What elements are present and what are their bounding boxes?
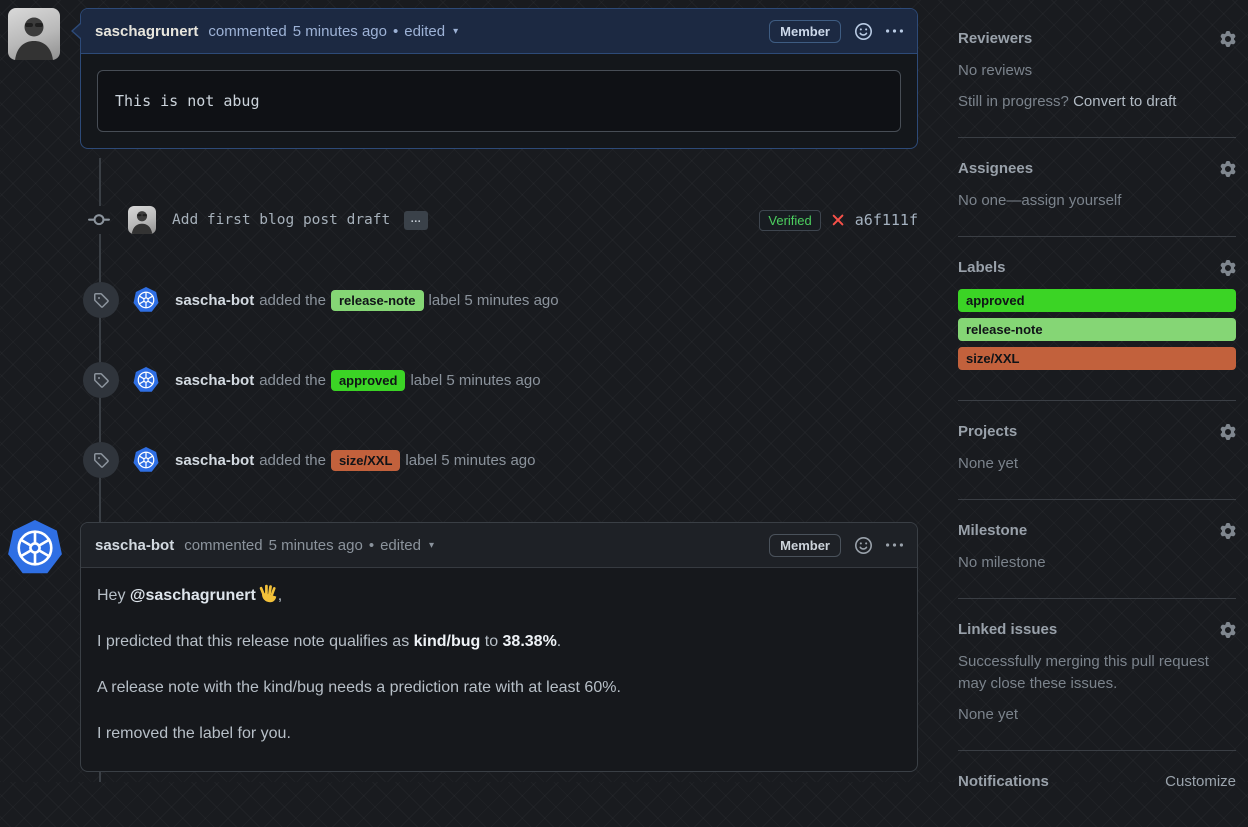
milestone-heading: Milestone	[958, 522, 1028, 539]
bullet: •	[368, 536, 375, 554]
paragraph-prediction: I predicted that this release note quali…	[97, 633, 562, 650]
gear-icon[interactable]	[1220, 424, 1236, 440]
timeline-line	[99, 772, 101, 782]
gear-icon[interactable]	[1220, 523, 1236, 539]
verified-badge[interactable]: Verified	[759, 209, 821, 231]
comment-sascha-bot: sascha-bot commented 5 minutes ago • edi…	[80, 522, 918, 772]
member-badge: Member	[769, 19, 841, 43]
paragraph-requirement: A release note with the kind/bug needs a…	[97, 679, 621, 696]
comment-saschagrunert: saschagrunert commented 5 minutes ago • …	[71, 8, 918, 149]
git-commit-icon	[88, 206, 110, 234]
avatar-saschagrunert[interactable]	[8, 8, 60, 60]
commit-event-row: Add first blog post draft … Verified a6f…	[80, 204, 918, 236]
event-action: added the	[259, 291, 326, 309]
comment-author-link[interactable]: saschagrunert	[95, 23, 198, 40]
tag-icon	[83, 362, 119, 398]
member-badge: Member	[769, 533, 841, 557]
mention-link[interactable]: @saschagrunert	[130, 587, 256, 604]
linked-issues-heading: Linked issues	[958, 621, 1058, 638]
assignees-empty-text: No one—	[958, 192, 1022, 209]
comment-options-button[interactable]	[886, 537, 903, 554]
commit-message-link[interactable]: Add first blog post draft	[172, 212, 390, 228]
assignees-heading: Assignees	[958, 160, 1034, 177]
event-tail: label 5 minutes ago	[428, 291, 559, 309]
chevron-down-icon[interactable]: ▾	[429, 540, 434, 551]
comment-action: commented	[208, 22, 287, 40]
milestone-empty-text: No milestone	[958, 554, 1046, 571]
draft-prompt-text: Still in progress?	[958, 93, 1074, 110]
paragraph-removed: I removed the label for you.	[97, 725, 291, 742]
label-chip[interactable]: approved	[330, 369, 406, 391]
event-actor-link[interactable]: sascha-bot	[175, 292, 254, 309]
projects-empty-text: None yet	[958, 455, 1019, 472]
tag-icon	[83, 442, 119, 478]
commit-expand-button[interactable]: …	[404, 210, 429, 230]
label-event-row: sascha-bot added the approved label 5 mi…	[80, 362, 918, 398]
labels-heading: Labels	[958, 259, 1006, 276]
assign-yourself-link[interactable]: assign yourself	[1021, 192, 1121, 209]
sidebar-section-notifications: Notifications Customize	[958, 773, 1236, 827]
linked-issues-desc: Successfully merging this pull request m…	[958, 653, 1209, 692]
status-failed-x-icon[interactable]	[830, 212, 846, 228]
comment-header: saschagrunert commented 5 minutes ago • …	[81, 9, 917, 54]
comment-body: Hey @saschagrunert, I predicted that thi…	[81, 568, 917, 762]
code-block: This is not abug	[97, 70, 901, 132]
sidebar-section-linked-issues: Linked issues Successfully merging this …	[958, 621, 1236, 751]
comment-header: sascha-bot commented 5 minutes ago • edi…	[81, 523, 917, 568]
event-actor-link[interactable]: sascha-bot	[175, 452, 254, 469]
event-actor-link[interactable]: sascha-bot	[175, 372, 254, 389]
sidebar-section-milestone: Milestone No milestone	[958, 522, 1236, 599]
gear-icon[interactable]	[1220, 31, 1236, 47]
sidebar-section-projects: Projects None yet	[958, 423, 1236, 500]
bullet: •	[392, 22, 399, 40]
sidebar-section-assignees: Assignees No one—assign yourself	[958, 160, 1236, 237]
sidebar-label-release-note[interactable]: release-note	[958, 318, 1236, 341]
edited-dropdown[interactable]: edited	[380, 537, 421, 554]
sidebar-section-reviewers: Reviewers No reviews Still in progress? …	[958, 30, 1236, 138]
label-event-row: sascha-bot added the size/XXL label 5 mi…	[80, 442, 918, 478]
label-event-row: sascha-bot added the release-note label …	[80, 282, 918, 318]
linked-issues-empty-text: None yet	[958, 706, 1019, 723]
gear-icon[interactable]	[1220, 161, 1236, 177]
avatar-sascha-bot-large[interactable]	[8, 520, 62, 574]
avatar-sascha-bot[interactable]	[133, 367, 159, 392]
avatar-sascha-bot[interactable]	[133, 447, 159, 472]
label-chip[interactable]: release-note	[330, 289, 424, 311]
sidebar-label-approved[interactable]: approved	[958, 289, 1236, 312]
comment-timestamp-link[interactable]: 5 minutes ago	[269, 537, 363, 554]
gear-icon[interactable]	[1220, 260, 1236, 276]
chevron-down-icon[interactable]: ▾	[453, 26, 458, 37]
sidebar: Reviewers No reviews Still in progress? …	[958, 30, 1236, 827]
label-chip[interactable]: size/XXL	[330, 449, 401, 471]
event-action: added the	[259, 371, 326, 389]
sidebar-section-labels: Labels approved release-note size/XXL	[958, 259, 1236, 401]
tag-icon	[83, 282, 119, 318]
comment-options-button[interactable]	[886, 23, 903, 40]
projects-heading: Projects	[958, 423, 1018, 440]
comment-author-link[interactable]: sascha-bot	[95, 537, 174, 554]
commit-hash-link[interactable]: a6f111f	[855, 211, 918, 229]
event-action: added the	[259, 451, 326, 469]
comment-timestamp-link[interactable]: 5 minutes ago	[293, 23, 387, 40]
paragraph-greeting: Hey @saschagrunert,	[97, 584, 901, 608]
commit-author-avatar[interactable]	[128, 206, 156, 234]
reviewers-empty-text: No reviews	[958, 62, 1033, 79]
comment-action: commented	[184, 536, 263, 554]
reviewers-heading: Reviewers	[958, 30, 1033, 47]
comment-body: This is not abug	[81, 54, 917, 148]
avatar-sascha-bot[interactable]	[133, 287, 159, 312]
add-reaction-button[interactable]	[855, 537, 872, 554]
convert-to-draft-link[interactable]: Convert to draft	[1073, 93, 1176, 110]
event-tail: label 5 minutes ago	[410, 371, 541, 389]
waving-hand-emoji	[259, 584, 278, 603]
edited-dropdown[interactable]: edited	[404, 23, 445, 40]
gear-icon[interactable]	[1220, 622, 1236, 638]
sidebar-label-size-xxl[interactable]: size/XXL	[958, 347, 1236, 370]
add-reaction-button[interactable]	[855, 23, 872, 40]
event-tail: label 5 minutes ago	[405, 451, 536, 469]
